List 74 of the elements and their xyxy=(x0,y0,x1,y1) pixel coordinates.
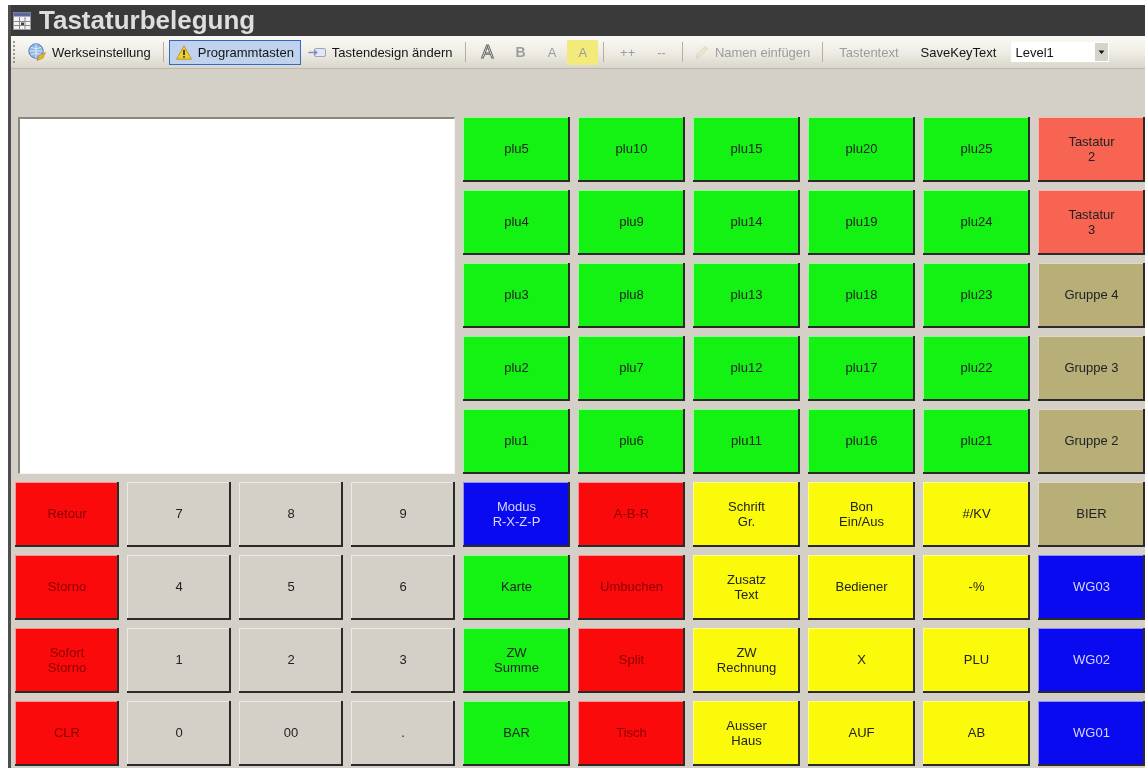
key-button[interactable]: plu22 xyxy=(923,336,1030,401)
key-button[interactable]: Zusatz Text xyxy=(693,555,800,620)
key-button[interactable]: plu15 xyxy=(693,117,800,182)
key-button[interactable]: plu8 xyxy=(578,263,685,328)
key-button[interactable]: plu4 xyxy=(463,190,570,255)
key-button[interactable]: 2 xyxy=(239,628,343,693)
key-button[interactable]: plu7 xyxy=(578,336,685,401)
key-button[interactable]: plu17 xyxy=(808,336,915,401)
key-button[interactable]: plu18 xyxy=(808,263,915,328)
key-button[interactable]: plu5 xyxy=(463,117,570,182)
key-button[interactable]: Modus R-X-Z-P xyxy=(463,482,570,547)
key-button[interactable]: Tastatur 3 xyxy=(1038,190,1145,255)
key-button[interactable]: BAR xyxy=(463,701,570,766)
key-button[interactable]: 0 xyxy=(127,701,231,766)
key-button[interactable]: Gruppe 2 xyxy=(1038,409,1145,474)
globe-icon xyxy=(28,43,46,61)
key-button[interactable]: #/KV xyxy=(923,482,1030,547)
key-button[interactable]: plu25 xyxy=(923,117,1030,182)
toolbar-button[interactable]: Programmtasten xyxy=(168,39,301,65)
key-button[interactable]: plu16 xyxy=(808,409,915,474)
key-button[interactable]: plu24 xyxy=(923,190,1030,255)
toolbar-button[interactable]: Werkseinstellung xyxy=(21,39,158,65)
key-button[interactable]: plu2 xyxy=(463,336,570,401)
key-button[interactable]: Bediener xyxy=(808,555,915,620)
key-button[interactable]: plu6 xyxy=(578,409,685,474)
key-button[interactable]: AB xyxy=(923,701,1030,766)
key-button[interactable]: Ausser Haus xyxy=(693,701,800,766)
key-button[interactable]: WG01 xyxy=(1038,701,1145,766)
key-button[interactable]: plu19 xyxy=(808,190,915,255)
key-button[interactable]: AUF xyxy=(808,701,915,766)
key-button[interactable]: . xyxy=(351,701,455,766)
caret-icon[interactable] xyxy=(1095,43,1109,61)
key-button[interactable]: plu21 xyxy=(923,409,1030,474)
grip-icon[interactable] xyxy=(13,41,16,63)
key-button[interactable]: plu1 xyxy=(463,409,570,474)
key-button[interactable]: ZW Summe xyxy=(463,628,570,693)
key-button[interactable]: plu12 xyxy=(693,336,800,401)
key-button[interactable]: Bon Ein/Aus xyxy=(808,482,915,547)
key-button[interactable]: plu3 xyxy=(463,263,570,328)
pencil-icon xyxy=(694,45,709,59)
key-button[interactable]: 1 xyxy=(127,628,231,693)
key-button[interactable]: plu20 xyxy=(808,117,915,182)
key-button[interactable]: 3 xyxy=(351,628,455,693)
key-button[interactable]: 4 xyxy=(127,555,231,620)
key-button[interactable]: -% xyxy=(923,555,1030,620)
arrow-icon xyxy=(307,46,326,58)
key-button[interactable]: Gruppe 3 xyxy=(1038,336,1145,401)
toolbar-button[interactable]: SaveKeyText xyxy=(909,39,1008,65)
key-button[interactable]: plu10 xyxy=(578,117,685,182)
key-button[interactable]: BIER xyxy=(1038,482,1145,547)
key-button[interactable]: Gruppe 4 xyxy=(1038,263,1145,328)
key-button[interactable]: plu23 xyxy=(923,263,1030,328)
key-button[interactable]: ZW Rechnung xyxy=(693,628,800,693)
key-button[interactable]: plu11 xyxy=(693,409,800,474)
key-button[interactable]: Karte xyxy=(463,555,570,620)
key-button[interactable]: plu13 xyxy=(693,263,800,328)
key-button[interactable]: 7 xyxy=(127,482,231,547)
key-button[interactable]: X xyxy=(808,628,915,693)
key-button[interactable]: plu9 xyxy=(578,190,685,255)
key-button[interactable]: WG02 xyxy=(1038,628,1145,693)
key-button[interactable]: WG03 xyxy=(1038,555,1145,620)
key-button[interactable]: PLU xyxy=(923,628,1030,693)
warning-icon xyxy=(175,44,192,60)
key-button[interactable]: Schrift Gr. xyxy=(693,482,800,547)
level-dropdown[interactable]: Level1 xyxy=(1011,42,1110,62)
toolbar-button[interactable]: Tastendesign ändern xyxy=(300,39,460,65)
key-button[interactable]: Tastatur 2 xyxy=(1038,117,1145,182)
key-button[interactable]: 6 xyxy=(351,555,455,620)
key-button[interactable]: 5 xyxy=(239,555,343,620)
window-title: Tastaturbelegung xyxy=(39,5,256,36)
key-button[interactable]: 00 xyxy=(239,701,343,766)
key-button[interactable]: 8 xyxy=(239,482,343,547)
key-button[interactable]: plu14 xyxy=(693,190,800,255)
key-button[interactable]: 9 xyxy=(351,482,455,547)
